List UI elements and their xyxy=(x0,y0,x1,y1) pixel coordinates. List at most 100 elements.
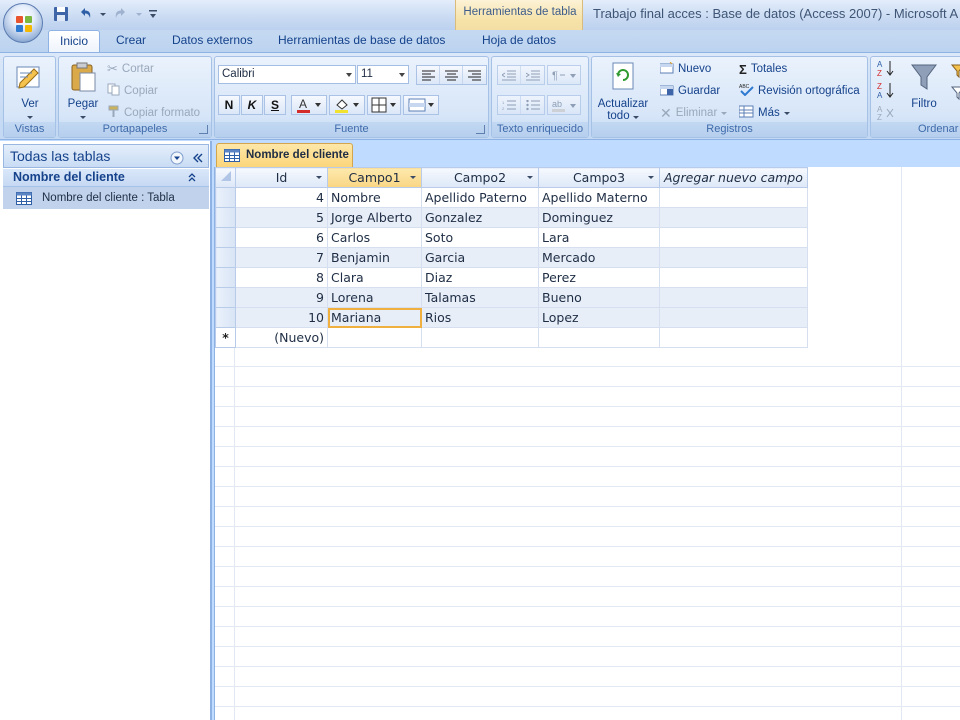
column-dropdown-icon[interactable] xyxy=(316,176,322,179)
selection-filter-icon[interactable] xyxy=(951,61,960,81)
new-record-marker[interactable]: * xyxy=(215,327,236,348)
cell-campo2[interactable]: Soto xyxy=(421,227,539,248)
align-center-icon[interactable] xyxy=(440,66,463,84)
underline-button[interactable]: S xyxy=(264,95,286,115)
highlight-button[interactable]: ab xyxy=(547,95,581,115)
column-header-campo3[interactable]: Campo3 xyxy=(538,167,660,188)
eliminar-button[interactable]: ✕ Eliminar xyxy=(660,103,728,123)
paragraph-direction-button[interactable]: ¶ xyxy=(547,65,581,85)
cell-campo2[interactable] xyxy=(421,327,539,348)
cell-new-field[interactable] xyxy=(659,187,808,208)
bullet-list-icon[interactable] xyxy=(521,96,544,114)
copiar-formato-button[interactable]: Copiar formato xyxy=(107,103,200,123)
mas-button[interactable]: Más xyxy=(738,103,790,123)
undo-icon[interactable] xyxy=(74,4,96,24)
pegar-button[interactable]: Pegar xyxy=(63,61,103,122)
office-button[interactable] xyxy=(3,3,43,43)
fuente-launcher-icon[interactable] xyxy=(476,125,485,134)
filtro-button[interactable]: Filtro xyxy=(903,61,945,110)
tab-crear[interactable]: Crear xyxy=(105,30,157,52)
cell-new-field[interactable] xyxy=(659,327,808,348)
row-selector-current[interactable] xyxy=(215,307,236,328)
select-all-corner[interactable] xyxy=(215,167,236,188)
cell-new-field[interactable] xyxy=(659,207,808,228)
column-dropdown-icon[interactable] xyxy=(648,176,654,179)
font-size-select[interactable]: 11 xyxy=(357,65,409,84)
italic-button[interactable]: K xyxy=(241,95,263,115)
advanced-filter-icon[interactable] xyxy=(951,83,960,103)
cell-campo1[interactable]: Benjamin xyxy=(327,247,422,268)
cell-new-field[interactable] xyxy=(659,287,808,308)
cell-campo2[interactable]: Garcia xyxy=(421,247,539,268)
customize-qat-icon[interactable] xyxy=(146,4,160,24)
align-left-icon[interactable] xyxy=(417,66,440,84)
cell-campo1[interactable]: Carlos xyxy=(327,227,422,248)
row-selector[interactable] xyxy=(215,287,236,308)
cell-id[interactable]: 10 xyxy=(235,307,328,328)
cell-campo2[interactable]: Apellido Paterno xyxy=(421,187,539,208)
cell-campo3[interactable]: Bueno xyxy=(538,287,660,308)
cell-campo3[interactable]: Lara xyxy=(538,227,660,248)
nav-item-table[interactable]: Nombre del cliente : Tabla xyxy=(3,187,209,209)
nav-category-dropdown-icon[interactable] xyxy=(170,149,184,165)
revision-ortografica-button[interactable]: ABC Revisión ortográfica xyxy=(739,81,860,101)
gridlines-button[interactable] xyxy=(367,95,401,115)
guardar-button[interactable]: Guardar xyxy=(659,81,720,101)
bold-button[interactable]: N xyxy=(218,95,240,115)
cell-campo3[interactable]: Apellido Materno xyxy=(538,187,660,208)
redo-icon[interactable] xyxy=(110,4,132,24)
cell-id[interactable]: 9 xyxy=(235,287,328,308)
column-dropdown-icon[interactable] xyxy=(527,176,533,179)
cell-campo1[interactable]: Jorge Alberto xyxy=(327,207,422,228)
fill-color-button[interactable] xyxy=(329,95,365,115)
sort-ascending-button[interactable]: AZ xyxy=(877,59,895,79)
tab-datos-externos[interactable]: Datos externos xyxy=(161,30,264,52)
cell-campo3[interactable] xyxy=(538,327,660,348)
row-selector[interactable] xyxy=(215,227,236,248)
sort-descending-button[interactable]: ZA xyxy=(877,81,895,101)
column-header-campo1[interactable]: Campo1 xyxy=(327,167,422,188)
cell-id[interactable]: 8 xyxy=(235,267,328,288)
cell-campo1[interactable]: Nombre xyxy=(327,187,422,208)
totales-button[interactable]: Σ Totales xyxy=(739,59,787,79)
cell-campo2[interactable]: Rios xyxy=(421,307,539,328)
increase-indent-icon[interactable] xyxy=(521,66,544,84)
cell-new-field[interactable] xyxy=(659,267,808,288)
cell-new-field[interactable] xyxy=(659,247,808,268)
font-name-select[interactable]: Calibri xyxy=(218,65,356,84)
group-collapse-icon[interactable] xyxy=(186,171,198,188)
cell-campo2[interactable]: Talamas xyxy=(421,287,539,308)
actualizar-todo-button[interactable]: Actualizar todo xyxy=(594,61,652,122)
column-dropdown-icon[interactable] xyxy=(410,176,416,179)
tab-herramientas-base-datos[interactable]: Herramientas de base de datos xyxy=(267,30,456,52)
cell-campo3[interactable]: Perez xyxy=(538,267,660,288)
new-record-label[interactable]: (Nuevo) xyxy=(235,327,328,348)
cell-campo1[interactable]: Lorena xyxy=(327,287,422,308)
numbered-list-icon[interactable]: 12 xyxy=(498,96,521,114)
cell-new-field[interactable] xyxy=(659,227,808,248)
font-color-button[interactable]: A xyxy=(291,95,327,115)
cell-campo3[interactable]: Mercado xyxy=(538,247,660,268)
cell-campo3[interactable]: Lopez xyxy=(538,307,660,328)
undo-dropdown-icon[interactable] xyxy=(98,4,108,24)
row-selector[interactable] xyxy=(215,247,236,268)
portapapeles-launcher-icon[interactable] xyxy=(199,125,208,134)
decrease-indent-icon[interactable] xyxy=(498,66,521,84)
cell-id[interactable]: 7 xyxy=(235,247,328,268)
tab-inicio[interactable]: Inicio xyxy=(48,30,101,53)
cell-campo1-editing[interactable]: Mariana xyxy=(327,307,422,328)
column-header-id[interactable]: Id xyxy=(235,167,328,188)
nav-pane-header[interactable]: Todas las tablas xyxy=(3,144,209,168)
cell-campo2[interactable]: Gonzalez xyxy=(421,207,539,228)
row-selector[interactable] xyxy=(215,187,236,208)
save-icon[interactable] xyxy=(50,4,72,24)
column-header-add-field[interactable]: Agregar nuevo campo xyxy=(659,167,808,188)
nuevo-button[interactable]: Nuevo xyxy=(659,59,711,79)
cell-id[interactable]: 4 xyxy=(235,187,328,208)
nav-group-nombre-del-cliente[interactable]: Nombre del cliente xyxy=(3,169,209,187)
ver-button[interactable]: Ver xyxy=(8,61,52,122)
redo-dropdown-icon[interactable] xyxy=(134,4,144,24)
clear-sort-button[interactable]: AZ xyxy=(877,103,895,123)
align-right-icon[interactable] xyxy=(463,66,486,84)
nav-collapse-icon[interactable] xyxy=(191,149,205,163)
